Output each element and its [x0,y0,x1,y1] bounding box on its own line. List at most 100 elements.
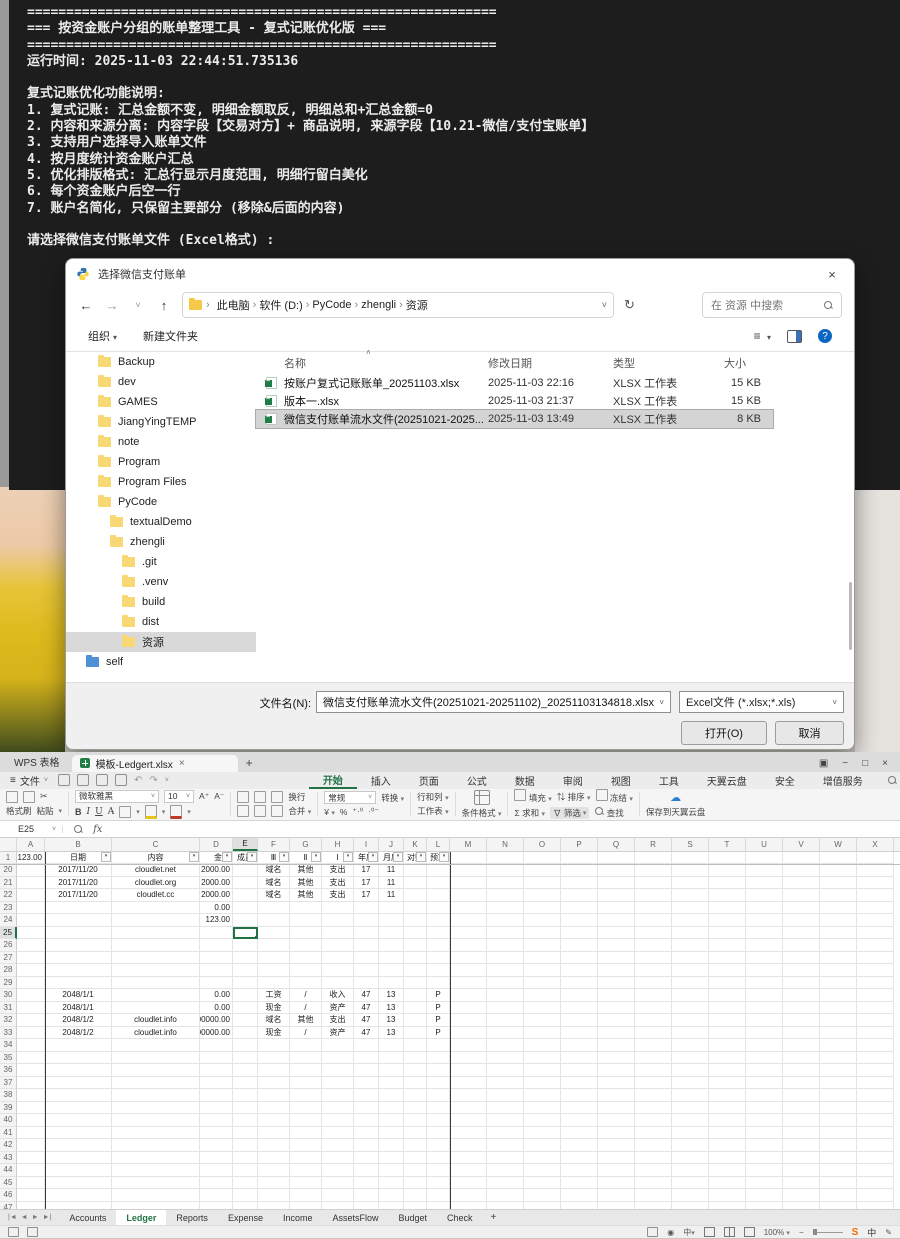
cell-U40[interactable] [746,1114,783,1127]
cell-Q36[interactable] [598,1064,635,1077]
cell-G21[interactable]: 其他 [290,877,322,890]
cell-I21[interactable]: 17 [354,877,379,890]
cell-G34[interactable] [290,1039,322,1052]
cell-S1[interactable] [672,852,709,865]
avg-count-icon[interactable] [647,1227,658,1237]
cell-O43[interactable] [524,1152,561,1165]
cell-J43[interactable] [379,1152,404,1165]
cell-W20[interactable] [820,864,857,877]
cell-R27[interactable] [635,952,672,965]
cell-B28[interactable] [45,964,112,977]
cell-R46[interactable] [635,1189,672,1202]
column-header-P[interactable]: P [561,838,598,851]
cell-K30[interactable] [404,989,427,1002]
cell-H28[interactable] [322,964,354,977]
cell-T24[interactable] [709,914,746,927]
cell-A20[interactable] [17,864,45,877]
cell-C34[interactable] [112,1039,200,1052]
cell-X37[interactable] [857,1077,894,1090]
menu-item-安全[interactable]: 安全 [761,772,809,789]
cell-K43[interactable] [404,1152,427,1165]
zoom-level[interactable]: 100% ▾ [764,1228,790,1237]
cell-R47[interactable] [635,1202,672,1209]
cell-Q20[interactable] [598,864,635,877]
cell-G31[interactable]: / [290,1002,322,1015]
cell-E20[interactable] [233,864,258,877]
cell-N26[interactable] [487,939,524,952]
column-header-S[interactable]: S [672,838,709,851]
cell-H43[interactable] [322,1152,354,1165]
cell-W34[interactable] [820,1039,857,1052]
find-button[interactable]: 查找 [594,806,623,819]
cell-J42[interactable] [379,1139,404,1152]
breadcrumb-item[interactable]: 此电脑 [214,297,253,313]
cell-W29[interactable] [820,977,857,990]
cell-S33[interactable] [672,1027,709,1040]
cell-N40[interactable] [487,1114,524,1127]
view-list-icon[interactable]: ≡ ▾ [754,329,771,343]
cell-S47[interactable] [672,1202,709,1209]
cell-J39[interactable] [379,1102,404,1115]
cell-R28[interactable] [635,964,672,977]
row-header-28[interactable]: 28 [0,964,17,977]
cell-H1[interactable]: Ⅰ▾ [322,852,354,865]
tree-item[interactable]: Program Files [66,472,256,492]
cell-G39[interactable] [290,1102,322,1115]
cell-F38[interactable] [258,1089,290,1102]
save-icon[interactable] [77,774,89,786]
cell-E26[interactable] [233,939,258,952]
column-header-I[interactable]: I [354,838,379,851]
cell-V36[interactable] [783,1064,820,1077]
cell-R20[interactable] [635,864,672,877]
cell-D26[interactable] [200,939,233,952]
menu-item-审阅[interactable]: 审阅 [549,772,597,789]
cell-B45[interactable] [45,1177,112,1190]
cell-E1[interactable]: 成员▾ [233,852,258,865]
conditional-format-button[interactable]: 条件格式 ▾ [462,807,502,819]
cell-V39[interactable] [783,1102,820,1115]
cell-W39[interactable] [820,1102,857,1115]
new-doc-icon[interactable] [58,774,70,786]
menu-item-公式[interactable]: 公式 [453,772,501,789]
cell-G27[interactable] [290,952,322,965]
cell-X32[interactable] [857,1014,894,1027]
cell-P46[interactable] [561,1189,598,1202]
cell-V22[interactable] [783,889,820,902]
cell-I31[interactable]: 47 [354,1002,379,1015]
cell-K33[interactable] [404,1027,427,1040]
cell-H35[interactable] [322,1052,354,1065]
document-tab[interactable]: 模板-Ledgert.xlsx × [72,755,238,772]
cell-S37[interactable] [672,1077,709,1090]
cell-O27[interactable] [524,952,561,965]
cell-O29[interactable] [524,977,561,990]
cell-J45[interactable] [379,1177,404,1190]
minimize-icon[interactable]: − [842,758,848,769]
cell-R43[interactable] [635,1152,672,1165]
cell-N43[interactable] [487,1152,524,1165]
cell-N36[interactable] [487,1064,524,1077]
cell-G38[interactable] [290,1089,322,1102]
sheet-tab-Income[interactable]: Income [273,1210,323,1225]
cell-V33[interactable] [783,1027,820,1040]
cell-F45[interactable] [258,1177,290,1190]
tree-item[interactable]: .git [66,552,256,572]
cell-C37[interactable] [112,1077,200,1090]
cell-V46[interactable] [783,1189,820,1202]
select-all-corner[interactable] [0,838,17,851]
cell-D25[interactable] [200,927,233,940]
cell-A44[interactable] [17,1164,45,1177]
cell-S46[interactable] [672,1189,709,1202]
cell-U47[interactable] [746,1202,783,1209]
column-type[interactable]: 类型 [613,355,635,371]
cell-K23[interactable] [404,902,427,915]
sheet-tab-Budget[interactable]: Budget [389,1210,438,1225]
row-header-36[interactable]: 36 [0,1064,17,1077]
cell-J46[interactable] [379,1189,404,1202]
cell-I46[interactable] [354,1189,379,1202]
wps-app-label[interactable]: WPS 表格 [0,754,72,772]
cell-D40[interactable] [200,1114,233,1127]
cell-C42[interactable] [112,1139,200,1152]
menu-item-数据[interactable]: 数据 [501,772,549,789]
cell-O31[interactable] [524,1002,561,1015]
cell-I35[interactable] [354,1052,379,1065]
